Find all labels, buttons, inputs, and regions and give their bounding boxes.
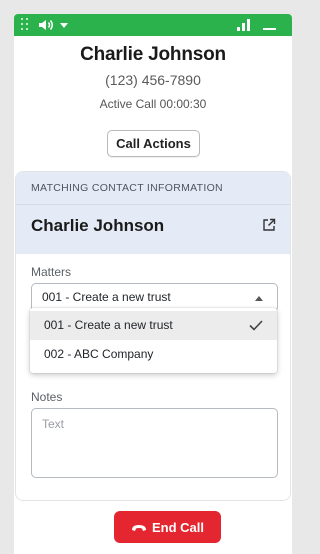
contact-name: Charlie Johnson [31, 216, 165, 235]
notes-placeholder: Text [42, 417, 65, 431]
matters-dropdown: 001 - Create a new trust 002 - ABC Compa… [30, 308, 277, 373]
option-label: 001 - Create a new trust [44, 318, 173, 332]
dropdown-option[interactable]: 001 - Create a new trust [30, 311, 277, 340]
caller-name: Charlie Johnson [80, 44, 226, 65]
minimize-icon[interactable] [263, 28, 276, 30]
chevron-up-icon [255, 296, 263, 301]
title-bar [14, 14, 292, 36]
signal-icon [237, 19, 253, 31]
hang-up-icon [131, 525, 146, 532]
end-call-label: End Call [151, 519, 204, 535]
checkmark-icon [249, 320, 263, 331]
caller-header: Charlie Johnson (123) 456-7890 Active Ca… [14, 44, 292, 111]
call-window: Charlie Johnson (123) 456-7890 Active Ca… [14, 14, 292, 554]
contact-card-header: MATCHING CONTACT INFORMATION Charlie Joh… [16, 172, 290, 254]
notes-textarea[interactable]: Text [31, 408, 278, 478]
matters-label: Matters [31, 265, 72, 279]
dropdown-option[interactable]: 002 - ABC Company [30, 340, 277, 369]
end-call-button[interactable]: End Call [114, 511, 221, 543]
grip-icon[interactable] [21, 18, 31, 32]
section-title: MATCHING CONTACT INFORMATION [31, 182, 223, 194]
divider [16, 204, 290, 205]
external-link-icon[interactable] [262, 218, 276, 232]
call-actions-button[interactable]: Call Actions [107, 130, 200, 157]
option-label: 002 - ABC Company [44, 347, 154, 361]
chevron-down-icon[interactable] [60, 23, 68, 28]
speaker-icon[interactable] [38, 18, 54, 32]
notes-label: Notes [31, 390, 63, 404]
call-status: Active Call 00:00:30 [99, 97, 207, 111]
caller-phone: (123) 456-7890 [105, 72, 201, 88]
matters-selected-value: 001 - Create a new trust [42, 290, 171, 304]
